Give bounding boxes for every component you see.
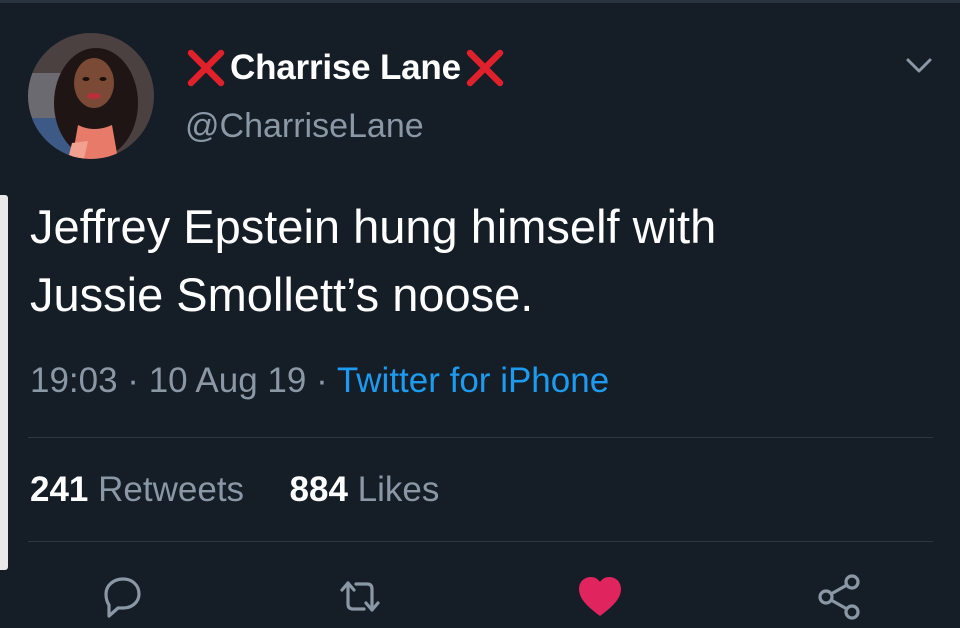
tweet-stats: 241 Retweets 884 Likes bbox=[30, 470, 439, 510]
avatar[interactable] bbox=[28, 33, 154, 159]
share-icon[interactable] bbox=[814, 572, 866, 622]
author-name-row[interactable]: Charrise Lane bbox=[185, 46, 506, 90]
likes-stat[interactable]: 884 Likes bbox=[290, 470, 440, 509]
divider bbox=[28, 437, 933, 438]
retweets-stat[interactable]: 241 Retweets bbox=[30, 470, 244, 509]
tweet-source-link[interactable]: Twitter for iPhone bbox=[337, 361, 609, 400]
cross-mark-icon bbox=[466, 49, 504, 87]
scrollbar[interactable] bbox=[0, 195, 8, 570]
cross-mark-icon bbox=[187, 49, 225, 87]
retweets-label: Retweets bbox=[98, 470, 245, 509]
tweet-timestamp[interactable]: 19:03 · 10 Aug 19 · bbox=[30, 361, 337, 400]
retweet-arrows-icon[interactable] bbox=[334, 572, 386, 622]
tweet-meta: 19:03 · 10 Aug 19 · Twitter for iPhone bbox=[30, 361, 609, 401]
tweet-detail-page: Charrise Lane @CharriseLane Jeffrey Epst… bbox=[0, 0, 960, 628]
chevron-down-icon[interactable] bbox=[902, 52, 936, 80]
author-handle[interactable]: @CharriseLane bbox=[185, 107, 424, 146]
tweet-text-line: Jeffrey Epstein hung himself with bbox=[30, 200, 717, 253]
reply-bubble-icon[interactable] bbox=[96, 572, 148, 622]
retweets-count: 241 bbox=[30, 470, 89, 509]
author-display-name[interactable]: Charrise Lane bbox=[230, 48, 461, 88]
divider bbox=[28, 541, 933, 542]
heart-icon[interactable] bbox=[574, 572, 626, 622]
top-divider bbox=[0, 0, 960, 3]
tweet-text-line: Jussie Smollett’s noose. bbox=[30, 268, 534, 321]
likes-label: Likes bbox=[357, 470, 440, 509]
tweet-text: Jeffrey Epstein hung himself with Jussie… bbox=[30, 193, 930, 329]
likes-count: 884 bbox=[289, 470, 348, 509]
